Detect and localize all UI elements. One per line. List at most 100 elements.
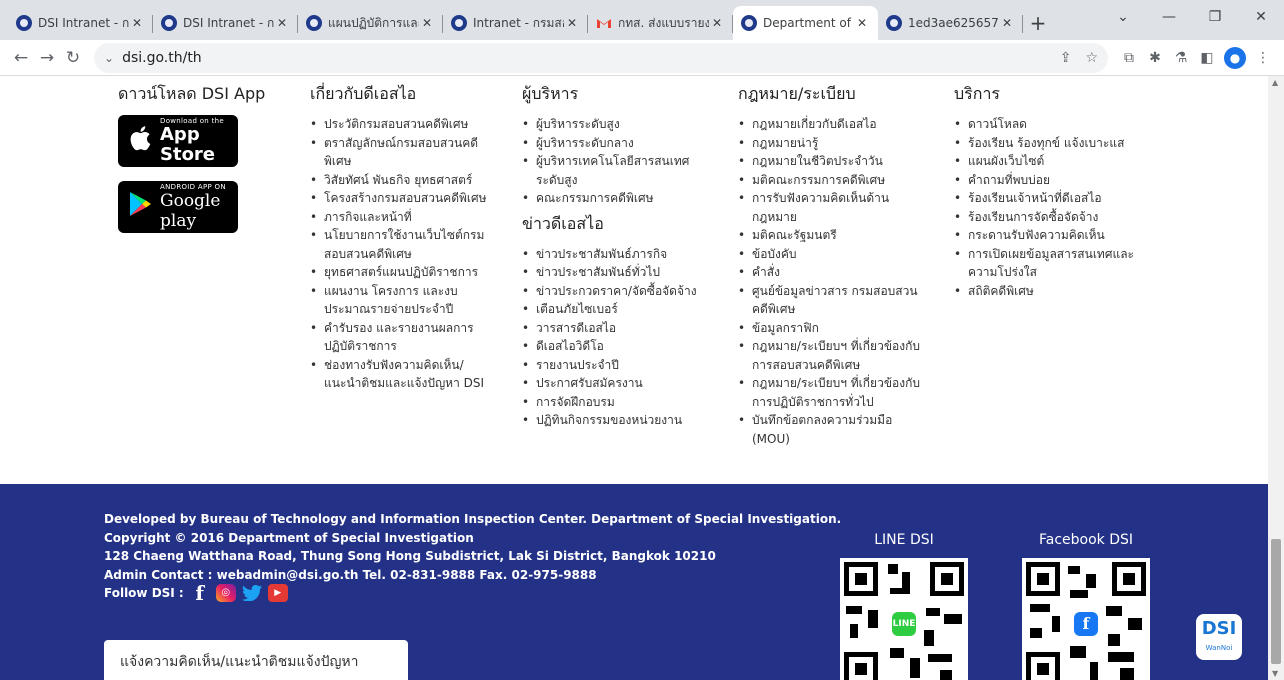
youtube-icon[interactable]: ▶ <box>267 584 288 603</box>
minimize-icon[interactable]: — <box>1146 0 1192 34</box>
footer-link[interactable]: ข่าวประชาสัมพันธ์ทั่วไป <box>522 263 712 282</box>
site-footer: Developed by Bureau of Technology and In… <box>0 484 1268 680</box>
restore-icon[interactable]: ❐ <box>1192 0 1238 34</box>
footer-link[interactable]: กฎหมาย/ระเบียบฯ ที่เกี่ยวข้องกับการปฏิบั… <box>738 374 928 411</box>
labs-flask-icon[interactable]: ⚗ <box>1168 45 1194 71</box>
forward-icon[interactable]: → <box>34 45 60 71</box>
footer-link[interactable]: สถิติคดีพิเศษ <box>954 282 1154 301</box>
footer-link[interactable]: ข้อมูลกราฟิก <box>738 319 928 338</box>
footer-link[interactable]: กฎหมายน่ารู้ <box>738 134 928 153</box>
extension-icon[interactable]: ⧉ <box>1116 45 1142 71</box>
footer-link[interactable]: นโยบายการใช้งานเว็บไซต์กรมสอบสวนคดีพิเศษ <box>310 226 500 263</box>
footer-link[interactable]: ร้องเรียน ร้องทุกข์ แจ้งเบาะแส <box>954 134 1154 153</box>
scrollbar-thumb[interactable] <box>1271 539 1281 664</box>
footer-link[interactable]: ดาวน์โหลด <box>954 115 1154 134</box>
site-info-icon[interactable]: ⌄ <box>104 51 114 65</box>
browser-tab[interactable]: DSI Intranet - กรม✕ <box>153 6 298 40</box>
browser-tab[interactable]: DSI Intranet - กรม✕ <box>8 6 153 40</box>
dsi-wannoi-badge[interactable]: DSI WanNoi <box>1194 612 1244 662</box>
google-play-button[interactable]: ANDROID APP ON Google play <box>118 181 238 233</box>
tab-strip: DSI Intranet - กรม✕ DSI Intranet - กรม✕ … <box>0 0 1284 40</box>
footer-link[interactable]: คำรับรอง และรายงานผลการปฏิบัติราชการ <box>310 319 500 356</box>
footer-link[interactable]: แผนผังเว็บไซต์ <box>954 152 1154 171</box>
footer-link[interactable]: แผนงาน โครงการ และงบประมาณรายจ่ายประจำปี <box>310 282 500 319</box>
footer-link[interactable]: ร้องเรียนการจัดซื้อจัดจ้าง <box>954 208 1154 227</box>
close-icon[interactable]: ✕ <box>274 16 290 30</box>
tab-search-icon[interactable]: ⌄ <box>1100 0 1146 34</box>
close-icon[interactable]: ✕ <box>999 16 1015 30</box>
footer-link[interactable]: ผู้บริหารระดับกลาง <box>522 134 712 153</box>
footer-link[interactable]: กฎหมายในชีวิตประจำวัน <box>738 152 928 171</box>
footer-link[interactable]: คำถามที่พบบ่อย <box>954 171 1154 190</box>
browser-tab[interactable]: แผนปฏิบัติการและ ✕ <box>298 6 443 40</box>
menu-kebab-icon[interactable]: ⋮ <box>1250 45 1276 71</box>
footer-link[interactable]: ยุทธศาสตร์แผนปฏิบัติราชการ <box>310 263 500 282</box>
law-list: กฎหมายเกี่ยวกับดีเอสไอ กฎหมายน่ารู้ กฎหม… <box>738 115 928 448</box>
footer-link[interactable]: ภารกิจและหน้าที่ <box>310 208 500 227</box>
facebook-qr-block: Facebook DSI f <box>1022 532 1150 680</box>
back-icon[interactable]: ← <box>8 45 34 71</box>
browser-tab[interactable]: Intranet - กรมสอบ✕ <box>443 6 588 40</box>
side-panel-icon[interactable]: ◧ <box>1194 45 1220 71</box>
close-window-icon[interactable]: ✕ <box>1238 0 1284 34</box>
close-icon[interactable]: ✕ <box>709 16 725 30</box>
footer-link[interactable]: ข้อบังคับ <box>738 245 928 264</box>
services-heading: บริการ <box>954 84 1001 103</box>
footer-link[interactable]: คณะกรรมการคดีพิเศษ <box>522 189 712 208</box>
twitter-icon[interactable] <box>241 584 262 602</box>
footer-link[interactable]: กฎหมาย/ระเบียบฯ ที่เกี่ยวข้องกับการสอบสว… <box>738 337 928 374</box>
footer-link[interactable]: ศูนย์ข้อมูลข่าวสาร กรมสอบสวนคดีพิเศษ <box>738 282 928 319</box>
google-play-icon <box>128 191 152 224</box>
profile-avatar-icon[interactable]: ● <box>1224 46 1246 69</box>
footer-link[interactable]: การรับฟังความคิดเห็นด้านกฎหมาย <box>738 189 928 226</box>
scroll-up-icon[interactable]: ▲ <box>1272 78 1278 87</box>
browser-tab-active[interactable]: Department of Sp✕ <box>733 6 878 40</box>
footer-link[interactable]: ตราสัญลักษณ์กรมสอบสวนคดีพิเศษ <box>310 134 500 171</box>
footer-link[interactable]: การเปิดเผยข้อมูลสารสนเทศและความโปร่งใส <box>954 245 1154 282</box>
footer-link[interactable]: มติคณะรัฐมนตรี <box>738 226 928 245</box>
footer-link[interactable]: รายงานประจำปี <box>522 356 712 375</box>
close-icon[interactable]: ✕ <box>419 16 435 30</box>
footer-link[interactable]: ปฏิทินกิจกรรมของหน่วยงาน <box>522 411 712 430</box>
reload-icon[interactable]: ↻ <box>60 45 86 71</box>
footer-link[interactable]: กระดานรับฟังความคิดเห็น <box>954 226 1154 245</box>
facebook-icon[interactable]: f <box>190 583 210 603</box>
footer-link[interactable]: ข่าวประชาสัมพันธ์ภารกิจ <box>522 245 712 264</box>
follow-label: Follow DSI : <box>104 586 184 600</box>
close-icon[interactable]: ✕ <box>129 16 145 30</box>
close-icon[interactable]: ✕ <box>854 16 870 30</box>
footer-link[interactable]: ร้องเรียนเจ้าหน้าที่ดีเอสไอ <box>954 189 1154 208</box>
footer-link[interactable]: บันทึกข้อตกลงความร่วมมือ (MOU) <box>738 411 928 448</box>
footer-link[interactable]: เตือนภัยไซเบอร์ <box>522 300 712 319</box>
footer-link[interactable]: ช่องทางรับฟังความคิดเห็น/แนะนำติชมและแจ้… <box>310 356 500 393</box>
share-icon[interactable]: ⇪ <box>1060 50 1072 66</box>
scroll-down-icon[interactable]: ▼ <box>1272 669 1278 678</box>
footer-link[interactable]: ดีเอสไอวิดีโอ <box>522 337 712 356</box>
browser-tab[interactable]: กทส. ส่งแบบรายงาน✕ <box>588 6 733 40</box>
bookmark-star-icon[interactable]: ☆ <box>1085 50 1098 66</box>
footer-link[interactable]: ประกาศรับสมัครงาน <box>522 374 712 393</box>
footer-link[interactable]: วิสัยทัศน์ พันธกิจ ยุทธศาสตร์ <box>310 171 500 190</box>
footer-link[interactable]: มติคณะกรรมการคดีพิเศษ <box>738 171 928 190</box>
address-bar[interactable]: ⌄ dsi.go.th/th ⇪ ☆ <box>94 42 1108 73</box>
footer-link[interactable]: คำสั่ง <box>738 263 928 282</box>
browser-tab[interactable]: 1ed3ae625657fef✕ <box>878 6 1023 40</box>
facebook-qr-code[interactable]: f <box>1022 558 1150 680</box>
app-store-button[interactable]: Download on the App Store <box>118 115 238 167</box>
page-scrollbar[interactable]: ▲ ▼ <box>1268 76 1284 680</box>
new-tab-button[interactable]: + <box>1023 6 1053 40</box>
extensions-puzzle-icon[interactable]: ✱ <box>1142 45 1168 71</box>
line-qr-code[interactable]: LINE <box>840 558 968 680</box>
footer-link[interactable]: ผู้บริหารเทคโนโลยีสารสนเทศระดับสูง <box>522 152 712 189</box>
footer-link[interactable]: ผู้บริหารระดับสูง <box>522 115 712 134</box>
footer-link[interactable]: ข่าวประกวดราคา/จัดซื้อจัดจ้าง <box>522 282 712 301</box>
footer-link[interactable]: กฎหมายเกี่ยวกับดีเอสไอ <box>738 115 928 134</box>
footer-link[interactable]: การจัดฝึกอบรม <box>522 393 712 412</box>
close-icon[interactable]: ✕ <box>564 16 580 30</box>
footer-link[interactable]: วารสารดีเอสไอ <box>522 319 712 338</box>
footer-developed-by: Developed by Bureau of Technology and In… <box>104 512 842 526</box>
feedback-button[interactable]: แจ้งความคิดเห็น/แนะนำติชมแจ้งปัญหา <box>104 640 408 680</box>
footer-link[interactable]: โครงสร้างกรมสอบสวนคดีพิเศษ <box>310 189 500 208</box>
instagram-icon[interactable]: ◎ <box>215 584 236 603</box>
footer-link[interactable]: ประวัติกรมสอบสวนคดีพิเศษ <box>310 115 500 134</box>
